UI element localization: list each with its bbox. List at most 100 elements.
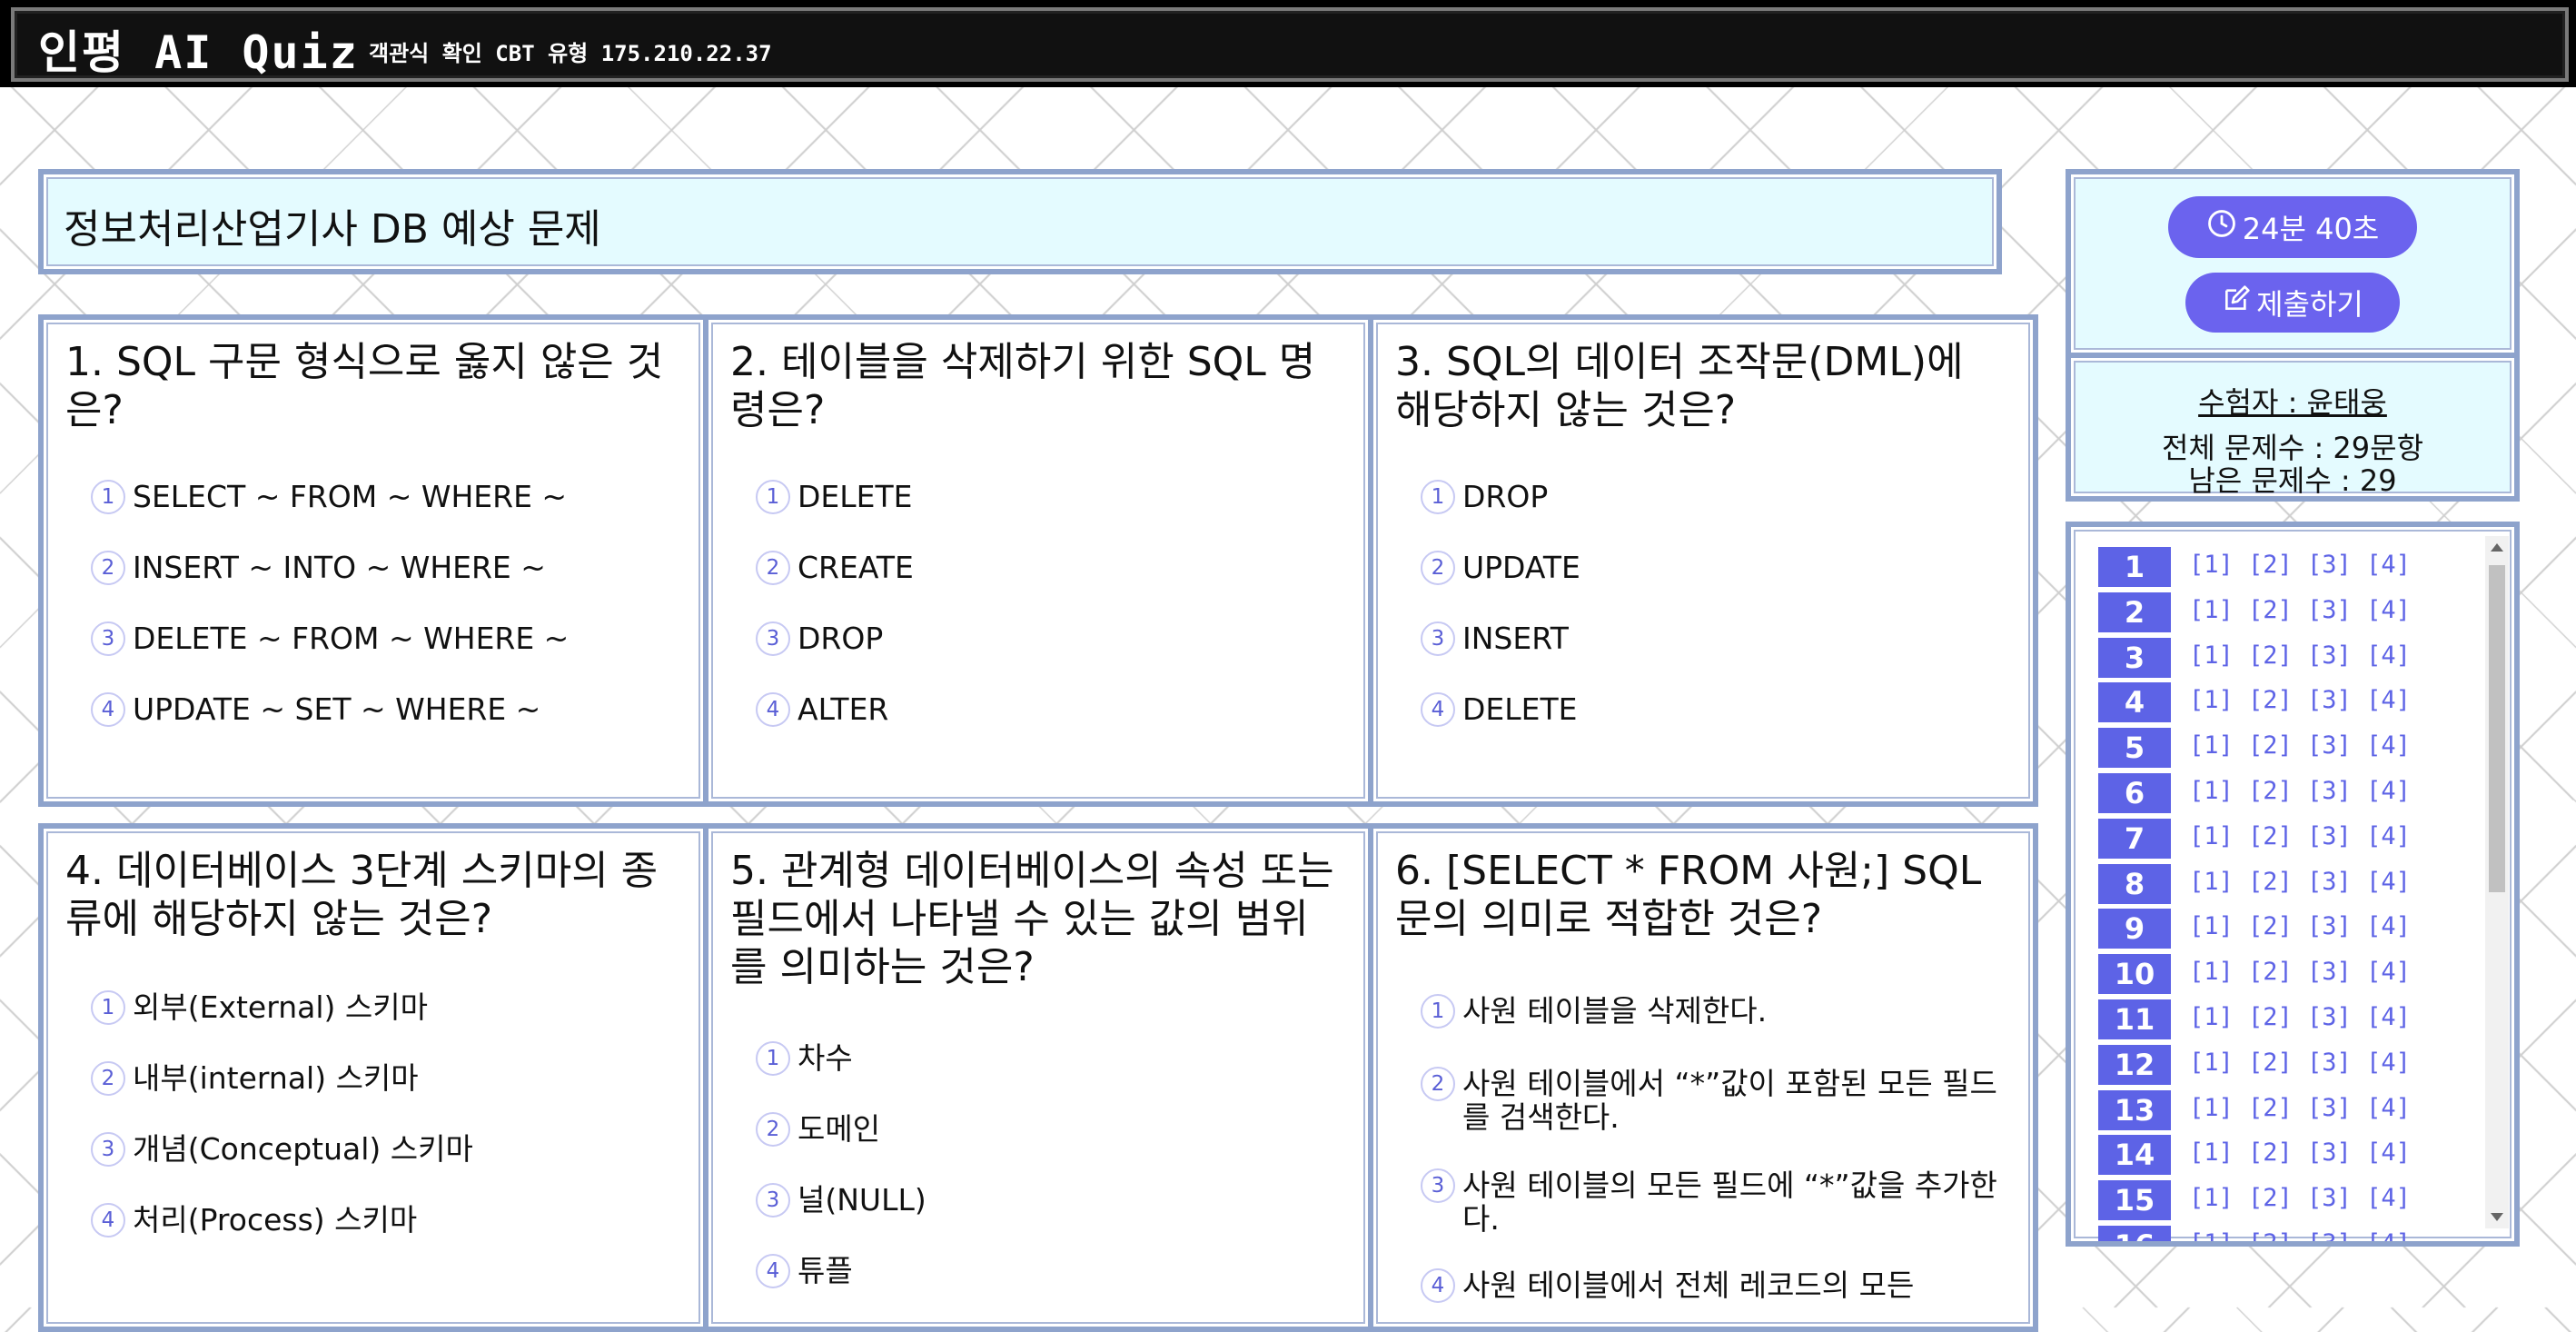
answer-row[interactable]: 15 [1] [2] [3] [4] xyxy=(2098,1180,2480,1221)
answer-options[interactable]: [1] [2] [3] [4] xyxy=(2189,551,2411,579)
question-number[interactable]: 5 xyxy=(2098,728,2171,769)
answer-row[interactable]: 12 [1] [2] [3] [4] xyxy=(2098,1044,2480,1085)
choice-label: DELETE xyxy=(1462,691,1578,727)
question-number[interactable]: 7 xyxy=(2098,818,2171,859)
app-header-frame: 인평 AI Quiz 객관식 확인 CBT 유형 175.210.22.37 xyxy=(11,7,2569,82)
answer-row[interactable]: 9 [1] [2] [3] [4] xyxy=(2098,909,2480,949)
choice-number: 1 xyxy=(91,480,125,514)
timer-button[interactable]: 24분 40초 xyxy=(2168,196,2417,258)
question-number[interactable]: 16 xyxy=(2098,1226,2171,1241)
choice-option[interactable]: 2 내부(internal) 스키마 xyxy=(91,1061,676,1096)
choice-option[interactable]: 1 SELECT ~ FROM ~ WHERE ~ xyxy=(91,480,676,514)
choice-number: 1 xyxy=(756,480,790,514)
answer-options[interactable]: [1] [2] [3] [4] xyxy=(2189,958,2411,986)
choice-label: UPDATE ~ SET ~ WHERE ~ xyxy=(133,691,541,727)
answer-options[interactable]: [1] [2] [3] [4] xyxy=(2189,822,2411,850)
choice-number: 4 xyxy=(91,692,125,727)
choice-option[interactable]: 1 사원 테이블을 삭제한다. xyxy=(1421,994,2006,1029)
choice-option[interactable]: 2 사원 테이블에서 “*”값이 포함된 모든 필드를 검색한다. xyxy=(1421,1067,2006,1134)
answer-row[interactable]: 10 [1] [2] [3] [4] xyxy=(2098,954,2480,995)
question-number[interactable]: 9 xyxy=(2098,909,2171,949)
question-number[interactable]: 14 xyxy=(2098,1135,2171,1176)
answer-row[interactable]: 4 [1] [2] [3] [4] xyxy=(2098,682,2480,723)
answer-row[interactable]: 16 [1] [2] [3] [4] xyxy=(2098,1226,2480,1241)
choice-number: 1 xyxy=(756,1041,790,1076)
question-text: 2. 테이블을 삭제하기 위한 SQL 명령은? xyxy=(730,339,1316,433)
question-number[interactable]: 11 xyxy=(2098,999,2171,1039)
choice-option[interactable]: 2 INSERT ~ INTO ~ WHERE ~ xyxy=(91,551,676,585)
answer-options[interactable]: [1] [2] [3] [4] xyxy=(2189,1138,2411,1167)
question-card-6: 6. [SELECT * FROM 사원;] SQL 문의 의미로 적합한 것은… xyxy=(1368,823,2038,1332)
answer-row[interactable]: 7 [1] [2] [3] [4] xyxy=(2098,818,2480,859)
submit-button[interactable]: 제출하기 xyxy=(2185,273,2400,333)
choice-option[interactable]: 3 DELETE ~ FROM ~ WHERE ~ xyxy=(91,621,676,656)
choice-label: INSERT ~ INTO ~ WHERE ~ xyxy=(133,550,546,585)
choice-option[interactable]: 3 개념(Conceptual) 스키마 xyxy=(91,1132,676,1167)
app-subtitle: 객관식 확인 CBT 유형 175.210.22.37 xyxy=(369,41,772,66)
question-number[interactable]: 1 xyxy=(2098,547,2171,587)
edit-icon xyxy=(2222,284,2256,321)
answer-options[interactable]: [1] [2] [3] [4] xyxy=(2189,1003,2411,1031)
question-number[interactable]: 12 xyxy=(2098,1044,2171,1085)
answer-options[interactable]: [1] [2] [3] [4] xyxy=(2189,731,2411,760)
answer-row[interactable]: 5 [1] [2] [3] [4] xyxy=(2098,728,2480,769)
scroll-thumb[interactable] xyxy=(2489,565,2505,892)
choice-option[interactable]: 1 외부(External) 스키마 xyxy=(91,990,676,1025)
scroll-down-icon[interactable] xyxy=(2491,1213,2503,1221)
question-number[interactable]: 10 xyxy=(2098,954,2171,995)
question-text: 1. SQL 구문 형식으로 옳지 않은 것은? xyxy=(65,339,664,433)
choice-number: 3 xyxy=(1421,1168,1455,1203)
question-number[interactable]: 3 xyxy=(2098,637,2171,678)
choice-option[interactable]: 4 처리(Process) 스키마 xyxy=(91,1203,676,1238)
answer-options[interactable]: [1] [2] [3] [4] xyxy=(2189,1094,2411,1122)
answer-options[interactable]: [1] [2] [3] [4] xyxy=(2189,1184,2411,1212)
answer-options[interactable]: [1] [2] [3] [4] xyxy=(2189,686,2411,714)
choice-option[interactable]: 4 DELETE xyxy=(1421,692,2006,727)
scroll-up-icon[interactable] xyxy=(2491,543,2503,552)
choice-option[interactable]: 2 CREATE xyxy=(756,551,1341,585)
answer-options[interactable]: [1] [2] [3] [4] xyxy=(2189,1229,2411,1241)
answer-row[interactable]: 8 [1] [2] [3] [4] xyxy=(2098,863,2480,904)
choice-label: 내부(internal) 스키마 xyxy=(133,1060,419,1096)
answer-row[interactable]: 6 [1] [2] [3] [4] xyxy=(2098,773,2480,813)
answer-row[interactable]: 11 [1] [2] [3] [4] xyxy=(2098,999,2480,1039)
answer-options[interactable]: [1] [2] [3] [4] xyxy=(2189,1049,2411,1077)
choice-label: 처리(Process) 스키마 xyxy=(133,1202,418,1238)
choice-option[interactable]: 1 차수 xyxy=(756,1041,1341,1076)
choice-option[interactable]: 2 도메인 xyxy=(756,1112,1341,1147)
answer-row[interactable]: 1 [1] [2] [3] [4] xyxy=(2098,547,2480,587)
question-number[interactable]: 13 xyxy=(2098,1089,2171,1130)
answer-options[interactable]: [1] [2] [3] [4] xyxy=(2189,777,2411,805)
choice-label: 사원 테이블에서 “*”값이 포함된 모든 필드를 검색한다. xyxy=(1462,1066,1997,1135)
question-number[interactable]: 4 xyxy=(2098,682,2171,723)
choice-option[interactable]: 4 사원 테이블에서 전체 레코드의 모든 xyxy=(1421,1268,2006,1303)
question-number[interactable]: 6 xyxy=(2098,773,2171,813)
answer-row[interactable]: 3 [1] [2] [3] [4] xyxy=(2098,637,2480,678)
choice-option[interactable]: 3 INSERT xyxy=(1421,621,2006,656)
answer-sheet-scrollbar[interactable] xyxy=(2485,536,2509,1228)
choice-option[interactable]: 3 DROP xyxy=(756,621,1341,656)
clock-icon xyxy=(2206,208,2243,246)
choice-option[interactable]: 3 사원 테이블의 모든 필드에 “*”값을 추가한다. xyxy=(1421,1168,2006,1236)
question-card-5: 5. 관계형 데이터베이스의 속성 또는 필드에서 나타낼 수 있는 값의 범위… xyxy=(703,823,1373,1332)
choice-option[interactable]: 1 DROP xyxy=(1421,480,2006,514)
answer-options[interactable]: [1] [2] [3] [4] xyxy=(2189,596,2411,624)
question-card-4: 4. 데이터베이스 3단계 스키마의 종류에 해당하지 않는 것은? 1 외부(E… xyxy=(38,823,708,1332)
choice-option[interactable]: 4 UPDATE ~ SET ~ WHERE ~ xyxy=(91,692,676,727)
answer-options[interactable]: [1] [2] [3] [4] xyxy=(2189,868,2411,896)
answer-row[interactable]: 14 [1] [2] [3] [4] xyxy=(2098,1135,2480,1176)
answer-row[interactable]: 2 [1] [2] [3] [4] xyxy=(2098,591,2480,632)
question-number[interactable]: 8 xyxy=(2098,863,2171,904)
answer-options[interactable]: [1] [2] [3] [4] xyxy=(2189,641,2411,670)
question-number[interactable]: 15 xyxy=(2098,1180,2171,1221)
choice-label: ALTER xyxy=(798,691,889,727)
choice-option[interactable]: 2 UPDATE xyxy=(1421,551,2006,585)
question-number[interactable]: 2 xyxy=(2098,591,2171,632)
answer-row[interactable]: 13 [1] [2] [3] [4] xyxy=(2098,1089,2480,1130)
answer-options[interactable]: [1] [2] [3] [4] xyxy=(2189,912,2411,940)
choice-option[interactable]: 1 DELETE xyxy=(756,480,1341,514)
choice-option[interactable]: 4 ALTER xyxy=(756,692,1341,727)
choice-number: 2 xyxy=(756,1112,790,1147)
choice-option[interactable]: 4 튜플 xyxy=(756,1254,1341,1288)
choice-option[interactable]: 3 널(NULL) xyxy=(756,1183,1341,1218)
